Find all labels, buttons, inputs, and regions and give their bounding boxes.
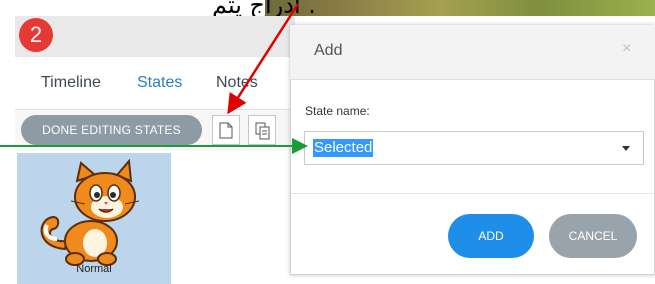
cancel-button[interactable]: CANCEL	[549, 214, 637, 258]
new-state-button[interactable]	[212, 115, 240, 145]
banner-background-image	[265, 0, 655, 16]
tab-notes[interactable]: Notes	[216, 74, 258, 92]
done-editing-states-button[interactable]: DONE EDITING STATES	[21, 115, 202, 145]
chevron-down-icon[interactable]	[622, 146, 630, 151]
dialog-header	[290, 25, 655, 80]
tab-states[interactable]: States	[137, 74, 182, 92]
duplicate-state-button[interactable]	[248, 115, 276, 145]
tab-timeline[interactable]: Timeline	[41, 74, 101, 92]
state-name-label: State name:	[305, 104, 370, 118]
duplicate-state-icon	[255, 122, 270, 140]
panel-header	[15, 16, 295, 57]
new-state-icon	[219, 122, 233, 139]
dialog-title: Add	[314, 42, 343, 59]
add-button[interactable]: ADD	[448, 214, 534, 258]
step-badge: 2	[19, 18, 53, 52]
cartoon-cat-image	[40, 159, 140, 266]
dialog-divider	[291, 193, 654, 194]
state-label-normal: Normal	[76, 263, 112, 275]
close-icon[interactable]: ×	[622, 40, 631, 58]
state-name-value[interactable]: Selected	[313, 139, 374, 157]
